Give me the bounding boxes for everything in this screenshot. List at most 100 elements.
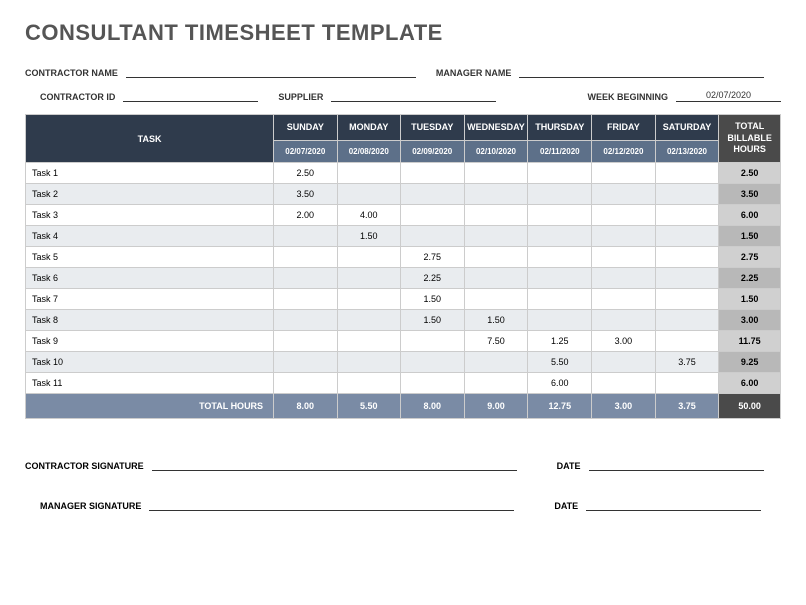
hours-cell[interactable] [592, 247, 655, 268]
hours-cell[interactable] [274, 247, 337, 268]
hours-cell[interactable] [464, 268, 528, 289]
hours-cell[interactable]: 2.75 [400, 247, 464, 268]
hours-cell[interactable] [274, 352, 337, 373]
hours-cell[interactable]: 1.25 [528, 331, 592, 352]
hours-cell[interactable] [592, 310, 655, 331]
hours-cell[interactable] [528, 268, 592, 289]
task-name-cell[interactable]: Task 9 [26, 331, 274, 352]
hours-cell[interactable] [592, 289, 655, 310]
hours-cell[interactable]: 1.50 [400, 310, 464, 331]
hours-cell[interactable] [655, 289, 719, 310]
hours-cell[interactable] [655, 268, 719, 289]
hours-cell[interactable]: 3.00 [592, 331, 655, 352]
hours-cell[interactable] [464, 184, 528, 205]
hours-cell[interactable]: 3.50 [274, 184, 337, 205]
total-hours-label: TOTAL HOURS [26, 394, 274, 419]
contractor-signature-field[interactable] [152, 459, 517, 471]
hours-cell[interactable] [274, 268, 337, 289]
hours-cell[interactable] [400, 331, 464, 352]
hours-cell[interactable]: 3.75 [655, 352, 719, 373]
task-name-cell[interactable]: Task 1 [26, 163, 274, 184]
hours-cell[interactable] [528, 247, 592, 268]
hours-cell[interactable] [274, 331, 337, 352]
hours-cell[interactable] [655, 184, 719, 205]
contractor-id-field[interactable] [123, 90, 258, 102]
contractor-date-field[interactable] [589, 459, 764, 471]
hours-cell[interactable] [655, 373, 719, 394]
hours-cell[interactable] [400, 184, 464, 205]
hours-cell[interactable]: 1.50 [464, 310, 528, 331]
hours-cell[interactable] [464, 226, 528, 247]
task-name-cell[interactable]: Task 7 [26, 289, 274, 310]
hours-cell[interactable] [337, 289, 400, 310]
hours-cell[interactable] [400, 373, 464, 394]
hours-cell[interactable]: 6.00 [528, 373, 592, 394]
hours-cell[interactable] [592, 352, 655, 373]
task-name-cell[interactable]: Task 10 [26, 352, 274, 373]
hours-cell[interactable] [592, 163, 655, 184]
hours-cell[interactable] [464, 163, 528, 184]
hours-cell[interactable] [528, 226, 592, 247]
hours-cell[interactable] [655, 310, 719, 331]
manager-name-field[interactable] [519, 66, 764, 78]
task-name-cell[interactable]: Task 6 [26, 268, 274, 289]
hours-cell[interactable] [655, 163, 719, 184]
hours-cell[interactable] [274, 226, 337, 247]
hours-cell[interactable] [400, 226, 464, 247]
hours-cell[interactable] [400, 352, 464, 373]
hours-cell[interactable] [337, 247, 400, 268]
hours-cell[interactable]: 1.50 [400, 289, 464, 310]
hours-cell[interactable] [655, 205, 719, 226]
day-total: 3.00 [592, 394, 655, 419]
hours-cell[interactable]: 2.00 [274, 205, 337, 226]
hours-cell[interactable] [337, 331, 400, 352]
hours-cell[interactable] [464, 205, 528, 226]
hours-cell[interactable] [337, 310, 400, 331]
hours-cell[interactable] [464, 289, 528, 310]
hours-cell[interactable] [464, 247, 528, 268]
task-name-cell[interactable]: Task 2 [26, 184, 274, 205]
task-name-cell[interactable]: Task 4 [26, 226, 274, 247]
hours-cell[interactable] [337, 352, 400, 373]
task-name-cell[interactable]: Task 11 [26, 373, 274, 394]
contractor-name-field[interactable] [126, 66, 416, 78]
hours-cell[interactable] [528, 289, 592, 310]
hours-cell[interactable] [337, 184, 400, 205]
hours-cell[interactable] [337, 373, 400, 394]
manager-date-field[interactable] [586, 499, 761, 511]
hours-cell[interactable] [528, 184, 592, 205]
hours-cell[interactable] [655, 331, 719, 352]
hours-cell[interactable] [400, 205, 464, 226]
hours-cell[interactable]: 2.25 [400, 268, 464, 289]
task-name-cell[interactable]: Task 8 [26, 310, 274, 331]
hours-cell[interactable]: 4.00 [337, 205, 400, 226]
week-beginning-field[interactable]: 02/07/2020 [676, 90, 781, 102]
hours-cell[interactable] [400, 163, 464, 184]
hours-cell[interactable]: 2.50 [274, 163, 337, 184]
supplier-field[interactable] [331, 90, 496, 102]
hours-cell[interactable] [592, 373, 655, 394]
hours-cell[interactable] [337, 163, 400, 184]
hours-cell[interactable] [655, 247, 719, 268]
hours-cell[interactable] [464, 352, 528, 373]
hours-cell[interactable] [274, 373, 337, 394]
task-name-cell[interactable]: Task 3 [26, 205, 274, 226]
hours-cell[interactable] [592, 226, 655, 247]
hours-cell[interactable] [274, 310, 337, 331]
hours-cell[interactable]: 5.50 [528, 352, 592, 373]
hours-cell[interactable]: 7.50 [464, 331, 528, 352]
hours-cell[interactable] [592, 184, 655, 205]
hours-cell[interactable] [337, 268, 400, 289]
hours-cell[interactable]: 1.50 [337, 226, 400, 247]
hours-cell[interactable] [464, 373, 528, 394]
hours-cell[interactable] [274, 289, 337, 310]
task-name-cell[interactable]: Task 5 [26, 247, 274, 268]
day-header-sunday: SUNDAY [274, 115, 337, 141]
hours-cell[interactable] [592, 268, 655, 289]
hours-cell[interactable] [528, 310, 592, 331]
hours-cell[interactable] [592, 205, 655, 226]
hours-cell[interactable] [655, 226, 719, 247]
manager-signature-field[interactable] [149, 499, 514, 511]
hours-cell[interactable] [528, 205, 592, 226]
hours-cell[interactable] [528, 163, 592, 184]
